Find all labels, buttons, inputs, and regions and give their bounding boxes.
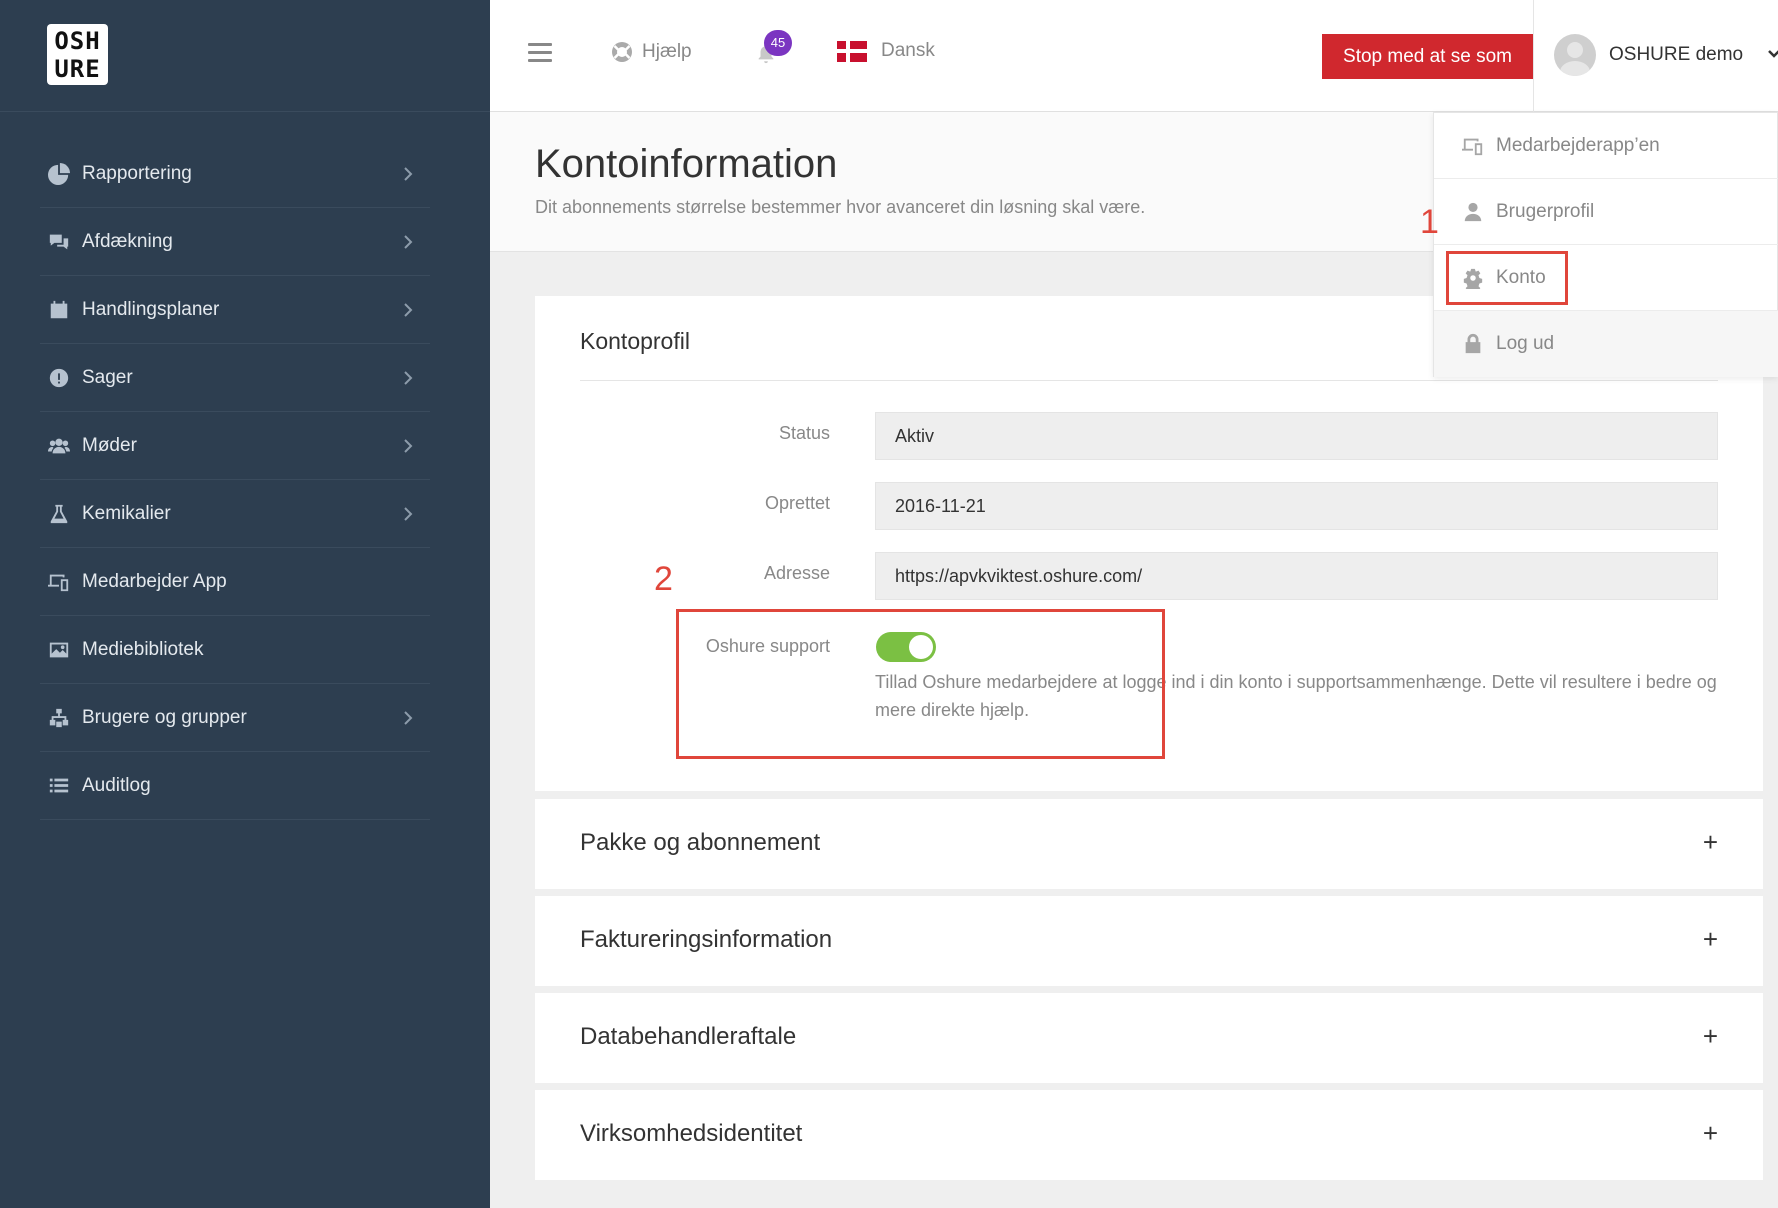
chevron-down-icon <box>1767 47 1778 61</box>
page-subtitle: Dit abonnements størrelse bestemmer hvor… <box>535 197 1146 217</box>
status-label: Status <box>778 423 830 443</box>
address-field: https://apvkviktest.oshure.com/ <box>875 552 1718 600</box>
chat-bubbles-icon <box>46 229 72 255</box>
address-label: Adresse <box>763 563 830 583</box>
help-link[interactable]: Hjælp <box>610 40 692 64</box>
expand-plus-icon[interactable]: + <box>1703 1118 1718 1149</box>
sidebar-item-afdaekning[interactable]: Afdækning <box>40 208 430 276</box>
sidebar-item-label: Rapportering <box>82 162 192 184</box>
sidebar-item-brugere-og-grupper[interactable]: Brugere og grupper <box>40 684 430 752</box>
flask-icon <box>46 501 72 527</box>
chevron-right-icon <box>398 368 418 388</box>
avatar <box>1554 34 1596 76</box>
users-icon <box>46 433 72 459</box>
language-selector[interactable]: Dansk <box>837 40 935 62</box>
status-field: Aktiv <box>875 412 1718 460</box>
sidebar-item-mediebibliotek[interactable]: Mediebibliotek <box>40 616 430 684</box>
menu-item-label: Brugerprofil <box>1496 200 1595 222</box>
expand-plus-icon[interactable]: + <box>1703 924 1718 955</box>
chevron-right-icon <box>398 164 418 184</box>
created-label: Oprettet <box>764 493 830 513</box>
denmark-flag-icon <box>837 40 867 62</box>
language-label: Dansk <box>881 40 935 61</box>
sidebar-item-moeder[interactable]: Møder <box>40 412 430 480</box>
sitemap-icon <box>46 705 72 731</box>
sidebar-item-label: Medarbejder App <box>82 570 227 592</box>
devices-icon <box>46 569 72 595</box>
sidebar-item-label: Mediebibliotek <box>82 638 204 660</box>
chevron-right-icon <box>398 232 418 252</box>
kontoprofil-title: Kontoprofil <box>580 328 690 354</box>
sidebar-item-sager[interactable]: Sager <box>40 344 430 412</box>
stop-impersonation-button[interactable]: Stop med at se som <box>1322 34 1533 79</box>
logo-line-1: OSH <box>54 27 101 55</box>
sidebar-item-label: Brugere og grupper <box>82 706 247 728</box>
expand-plus-icon[interactable]: + <box>1703 1021 1718 1052</box>
section-pakke-og-abonnement[interactable]: Pakke og abonnement + <box>535 799 1763 889</box>
expand-plus-icon[interactable]: + <box>1703 827 1718 858</box>
chevron-right-icon <box>398 436 418 456</box>
hamburger-menu-icon[interactable] <box>528 43 552 63</box>
user-menu-toggle[interactable]: OSHURE demo <box>1533 0 1778 112</box>
section-title: Databehandleraftale <box>580 1023 797 1050</box>
pie-chart-icon <box>46 161 72 187</box>
chevron-right-icon <box>398 300 418 320</box>
chevron-right-icon <box>398 708 418 728</box>
section-title: Faktureringsinformation <box>580 926 833 953</box>
chevron-right-icon <box>398 504 418 524</box>
logo-area: OSH URE <box>0 0 490 112</box>
divider <box>580 380 1718 381</box>
topbar: Hjælp 45 Dansk Stop med at se som OSHURE… <box>490 0 1778 112</box>
sidebar-item-kemikalier[interactable]: Kemikalier <box>40 480 430 548</box>
menu-item-log-ud[interactable]: Log ud <box>1434 311 1778 377</box>
annotation-box-1 <box>1446 251 1568 305</box>
created-field: 2016-11-21 <box>875 482 1718 530</box>
sidebar-item-label: Kemikalier <box>82 502 171 524</box>
help-label: Hjælp <box>642 41 692 62</box>
menu-item-brugerprofil[interactable]: Brugerprofil <box>1434 179 1778 245</box>
annotation-number-1: 1 <box>1420 203 1439 241</box>
sidebar-item-label: Afdækning <box>82 230 173 252</box>
image-icon <box>46 637 72 663</box>
menu-item-medarbejderappen[interactable]: Medarbejderapp’en <box>1434 113 1778 179</box>
section-faktureringsinformation[interactable]: Faktureringsinformation + <box>535 896 1763 986</box>
sidebar-item-label: Sager <box>82 366 133 388</box>
notification-count-badge[interactable]: 45 <box>764 30 792 56</box>
lifebuoy-icon <box>612 42 632 62</box>
sidebar-item-label: Handlingsplaner <box>82 298 220 320</box>
menu-item-label: Log ud <box>1496 333 1555 354</box>
sidebar-item-handlingsplaner[interactable]: Handlingsplaner <box>40 276 430 344</box>
annotation-box-2 <box>676 609 1165 759</box>
alert-circle-icon <box>46 365 72 391</box>
menu-item-label: Medarbejderapp’en <box>1496 134 1660 156</box>
sidebar: OSH URE Rapportering Afdækning Handlings… <box>0 0 490 1208</box>
oshure-logo[interactable]: OSH URE <box>47 24 108 85</box>
sidebar-item-auditlog[interactable]: Auditlog <box>40 752 430 820</box>
lock-icon <box>1462 333 1484 355</box>
user-icon <box>1462 201 1484 223</box>
annotation-number-2: 2 <box>654 560 673 598</box>
user-dropdown-menu: Medarbejderapp’en Brugerprofil Konto Log… <box>1433 112 1778 377</box>
section-title: Pakke og abonnement <box>580 829 821 856</box>
calendar-icon <box>46 297 72 323</box>
sidebar-item-medarbejder-app[interactable]: Medarbejder App <box>40 548 430 616</box>
sidebar-item-label: Møder <box>82 434 137 456</box>
section-title: Virksomhedsidentitet <box>580 1120 803 1147</box>
devices-icon <box>1462 135 1484 157</box>
user-name: OSHURE demo <box>1609 44 1744 65</box>
section-virksomhedsidentitet[interactable]: Virksomhedsidentitet + <box>535 1090 1763 1180</box>
section-databehandleraftale[interactable]: Databehandleraftale + <box>535 993 1763 1083</box>
list-icon <box>46 773 72 799</box>
sidebar-item-label: Auditlog <box>82 774 151 796</box>
page-title: Kontoinformation <box>535 142 838 186</box>
sidebar-item-rapportering[interactable]: Rapportering <box>40 140 430 208</box>
logo-line-2: URE <box>54 55 101 83</box>
sidebar-nav: Rapportering Afdækning Handlingsplaner S… <box>40 140 430 820</box>
